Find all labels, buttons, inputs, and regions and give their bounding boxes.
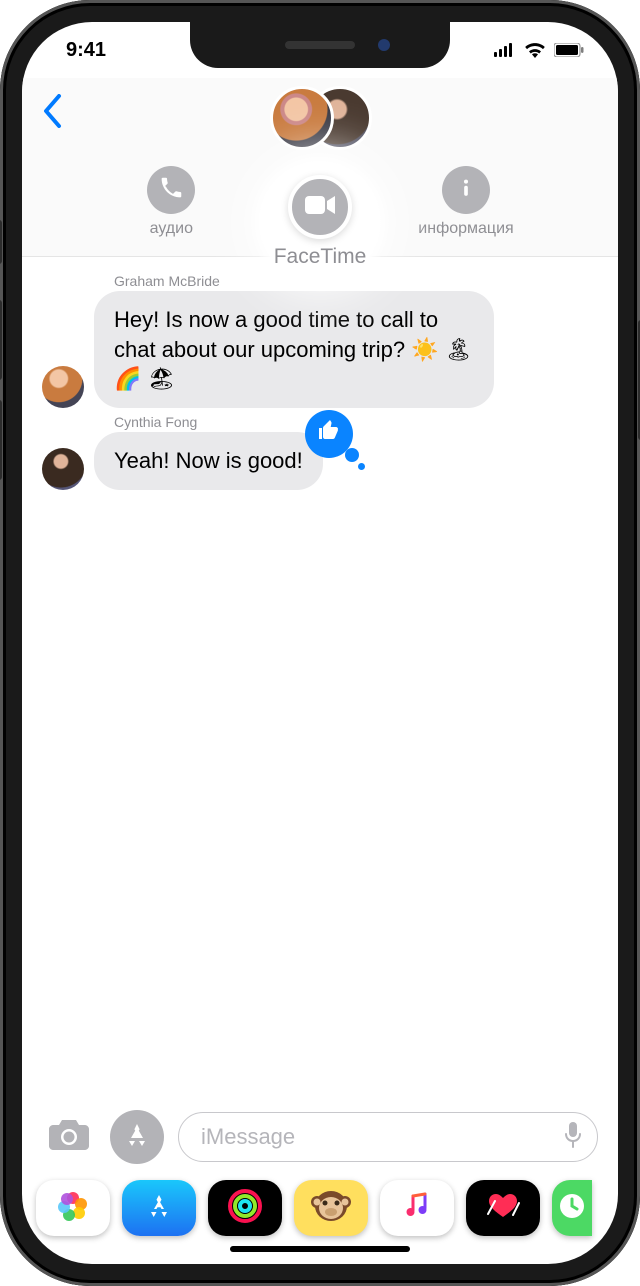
mute-switch	[0, 220, 2, 264]
wifi-icon	[524, 42, 546, 58]
app-chip-activity[interactable]	[208, 1180, 282, 1236]
speaker-grille	[285, 41, 355, 49]
app-strip[interactable]	[22, 1176, 618, 1246]
audio-call-button[interactable]: аудио	[126, 166, 216, 238]
app-chip-music[interactable]	[380, 1180, 454, 1236]
sender-label: Cynthia Fong	[114, 414, 598, 430]
tapback-thumbs-up[interactable]	[305, 410, 353, 458]
battery-icon	[554, 43, 584, 57]
message-input[interactable]: iMessage	[178, 1112, 598, 1162]
appstore-a-icon	[144, 1191, 174, 1226]
avatar	[42, 366, 84, 408]
home-indicator[interactable]	[230, 1246, 410, 1252]
clock-icon	[557, 1191, 587, 1226]
camera-icon	[47, 1117, 91, 1158]
facetime-button[interactable]: FaceTime	[250, 152, 390, 292]
app-chip-appstore[interactable]	[122, 1180, 196, 1236]
cellular-signal-icon	[494, 43, 516, 57]
video-icon	[305, 195, 335, 220]
back-button[interactable]	[42, 94, 62, 133]
app-chip-animoji[interactable]	[294, 1180, 368, 1236]
music-note-icon	[403, 1192, 431, 1225]
notch	[190, 22, 450, 68]
volume-down-button	[0, 400, 2, 480]
input-placeholder: iMessage	[201, 1124, 563, 1150]
message-bubble[interactable]: Yeah! Now is good!	[94, 432, 323, 490]
avatar	[42, 448, 84, 490]
appstore-icon	[123, 1121, 151, 1154]
input-bar: iMessage	[22, 1100, 618, 1176]
app-chip-digital-touch[interactable]	[466, 1180, 540, 1236]
status-time: 9:41	[66, 39, 106, 62]
front-camera	[378, 39, 390, 51]
monkey-face-icon	[311, 1186, 351, 1231]
photos-icon	[57, 1190, 89, 1227]
volume-up-button	[0, 300, 2, 380]
info-icon	[455, 177, 477, 204]
activity-rings-icon	[227, 1188, 263, 1229]
chat-header: аудио FaceTime информация	[22, 78, 618, 257]
chat-avatars[interactable]	[42, 86, 598, 154]
phone-frame: 9:41	[0, 0, 640, 1286]
avatar	[270, 86, 334, 150]
message-row: Yeah! Now is good!	[42, 432, 598, 490]
thumbs-up-icon	[317, 418, 341, 450]
camera-button[interactable]	[42, 1110, 96, 1164]
message-row: Hey! Is now a good time to call to chat …	[42, 291, 598, 408]
apps-button[interactable]	[110, 1110, 164, 1164]
phone-icon	[160, 177, 182, 204]
screen: 9:41	[22, 22, 618, 1264]
app-chip-more[interactable]	[552, 1180, 592, 1236]
conversation-list[interactable]: Graham McBride Hey! Is now a good time t…	[22, 257, 618, 1100]
microphone-icon	[563, 1136, 583, 1153]
app-chip-photos[interactable]	[36, 1180, 110, 1236]
heart-sketch-icon	[483, 1191, 523, 1226]
info-button[interactable]: информация	[418, 166, 513, 238]
message-bubble[interactable]: Hey! Is now a good time to call to chat …	[94, 291, 494, 408]
dictate-button[interactable]	[563, 1121, 583, 1154]
